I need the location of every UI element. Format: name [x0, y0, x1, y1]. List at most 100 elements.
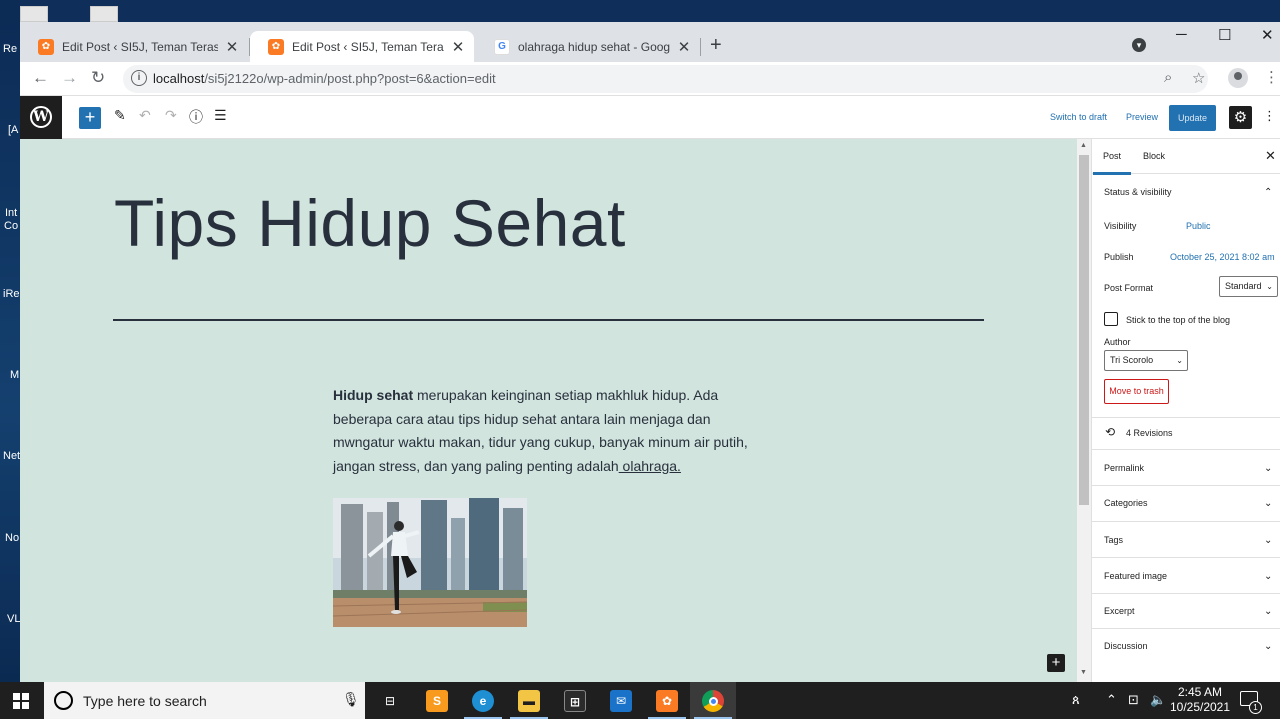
folder-icon: ▬: [518, 690, 540, 712]
reload-icon[interactable]: ↻: [91, 68, 105, 88]
chrome-icon: [702, 690, 724, 712]
volume-icon[interactable]: 🔈: [1150, 692, 1166, 708]
taskbar-file-explorer[interactable]: ▬: [506, 682, 552, 719]
tab-title: Edit Post ‹ SI5J, Teman Terasa Kel: [62, 39, 218, 54]
maximize-button[interactable]: ☐: [1218, 26, 1231, 44]
update-button[interactable]: Update: [1169, 105, 1216, 131]
undo-icon[interactable]: ↶: [139, 107, 151, 124]
desktop-icon-label[interactable]: Net: [3, 450, 20, 462]
windows-start-icon[interactable]: [13, 693, 29, 709]
visibility-toggle[interactable]: Public: [1186, 221, 1211, 231]
new-tab-button[interactable]: +: [710, 34, 722, 57]
block-inserter-button[interactable]: +: [1047, 654, 1065, 672]
desktop-icon-label[interactable]: [A: [8, 124, 18, 136]
windows-taskbar: Type here to search 🎙 ⊟ S e ▬ ⊞ ✉ ✿ ጰ ⌃ …: [0, 682, 1280, 719]
zoom-icon[interactable]: ⌕: [1164, 69, 1172, 86]
url-text[interactable]: localhost/si5j2122o/wp-admin/post.php?po…: [153, 71, 496, 86]
taskbar-xampp[interactable]: ✿: [644, 682, 690, 719]
publish-date-toggle[interactable]: October 25, 2021 8:02 am: [1170, 252, 1275, 262]
tab-edit-post-2[interactable]: ✿ Edit Post ‹ SI5J, Teman Terasa Kel ✕: [250, 31, 474, 62]
scroll-up-icon[interactable]: ▲: [1080, 142, 1087, 149]
image-block[interactable]: [333, 498, 527, 627]
more-options-icon[interactable]: ⋮: [1263, 108, 1276, 124]
divider: [1092, 521, 1280, 522]
edge-icon: e: [472, 690, 494, 712]
desktop-icon-label[interactable]: No: [5, 532, 19, 544]
task-view-button[interactable]: ⊟: [367, 682, 413, 719]
desktop-icon-label[interactable]: Re: [3, 43, 17, 55]
close-window-button[interactable]: ✕: [1261, 26, 1274, 44]
chevron-down-icon: ⌄: [1264, 463, 1273, 474]
chevron-up-icon[interactable]: ⌃: [1106, 692, 1117, 708]
clock-time: 2:45 AM: [1177, 685, 1223, 699]
taskbar-search-box[interactable]: Type here to search 🎙: [44, 682, 365, 719]
add-block-button[interactable]: +: [79, 107, 101, 129]
site-info-icon[interactable]: i: [131, 70, 147, 86]
author-label: Author: [1104, 337, 1131, 347]
paragraph-block[interactable]: Hidup sehat merupakan keinginan setiap m…: [333, 384, 773, 478]
taskbar-sublime[interactable]: S: [414, 682, 460, 719]
close-tab-icon[interactable]: ✕: [676, 38, 692, 56]
taskbar-chrome[interactable]: [690, 682, 736, 719]
preview-button[interactable]: Preview: [1126, 112, 1158, 122]
desktop-icon-label[interactable]: Co: [4, 220, 18, 232]
olahraga-link[interactable]: olahraga.: [619, 458, 681, 474]
switch-to-draft-button[interactable]: Switch to draft: [1050, 112, 1107, 122]
post-format-select[interactable]: Standard ⌄: [1219, 276, 1278, 297]
bookmark-star-icon[interactable]: ☆: [1192, 69, 1205, 87]
scrollbar-thumb[interactable]: [1079, 155, 1089, 505]
tab-block[interactable]: Block: [1143, 151, 1165, 161]
edit-tools-icon[interactable]: ✎: [114, 107, 126, 124]
publish-label: Publish: [1104, 252, 1134, 262]
close-sidebar-icon[interactable]: ✕: [1265, 148, 1276, 164]
minimize-button[interactable]: ─: [1176, 26, 1187, 43]
back-icon[interactable]: ←: [32, 68, 49, 88]
desktop-icon-label[interactable]: iRe: [3, 288, 20, 300]
tab-google-search[interactable]: G olahraga hidup sehat - Google P ✕: [476, 31, 700, 62]
close-tab-icon[interactable]: ✕: [224, 38, 240, 56]
network-icon[interactable]: ⊡: [1128, 692, 1139, 708]
panel-title: Permalink: [1104, 463, 1145, 473]
post-format-value: Standard: [1225, 281, 1262, 291]
editor-canvas[interactable]: Tips Hidup Sehat Hidup sehat merupakan k…: [20, 139, 1077, 682]
url-path: /si5j2122o/wp-admin/post.php?post=6&acti…: [204, 71, 496, 86]
desktop-app-icon[interactable]: [90, 6, 118, 22]
taskbar-edge[interactable]: e: [460, 682, 506, 719]
close-tab-icon[interactable]: ✕: [450, 38, 466, 56]
list-view-icon[interactable]: ☰: [214, 107, 227, 124]
address-bar[interactable]: i localhost/si5j2122o/wp-admin/post.php?…: [123, 65, 1208, 93]
settings-gear-icon[interactable]: ⚙: [1229, 106, 1252, 129]
woman-exercising-photo: [333, 498, 527, 627]
cortana-icon: [54, 691, 73, 710]
author-select[interactable]: Tri Scorolo ⌄: [1104, 350, 1188, 371]
microphone-icon[interactable]: 🎙: [342, 691, 360, 708]
taskbar-store[interactable]: ⊞: [552, 682, 598, 719]
chevron-down-icon: ⌄: [1264, 606, 1273, 617]
post-title[interactable]: Tips Hidup Sehat: [114, 185, 626, 261]
sticky-label: Stick to the top of the blog: [1126, 315, 1231, 325]
redo-icon[interactable]: ↷: [165, 107, 177, 124]
tab-edit-post-1[interactable]: ✿ Edit Post ‹ SI5J, Teman Terasa Kel ✕: [20, 31, 248, 62]
recycle-bin-icon[interactable]: [20, 6, 48, 22]
tab-post[interactable]: Post: [1092, 151, 1132, 175]
chevron-down-icon: ⌄: [1264, 571, 1273, 582]
system-clock[interactable]: 2:45 AM 10/25/2021: [1168, 685, 1232, 715]
profile-avatar-icon[interactable]: [1228, 68, 1248, 88]
revisions-link[interactable]: 4 Revisions: [1126, 428, 1173, 438]
details-info-icon[interactable]: ⓘ: [189, 107, 203, 127]
canvas-scrollbar[interactable]: ▲ ▼: [1077, 139, 1091, 682]
scroll-down-icon[interactable]: ▼: [1080, 669, 1087, 676]
people-icon[interactable]: ጰ: [1072, 692, 1080, 708]
taskbar-mail[interactable]: ✉: [598, 682, 644, 719]
wordpress-logo-icon[interactable]: W: [20, 96, 62, 139]
chrome-menu-icon[interactable]: ⋮: [1264, 68, 1279, 86]
forward-icon[interactable]: →: [61, 68, 78, 88]
desktop-icon-label[interactable]: M: [10, 369, 19, 381]
desktop-icon-label[interactable]: Int: [5, 207, 17, 219]
move-to-trash-button[interactable]: Move to trash: [1104, 379, 1169, 404]
tab-search-icon[interactable]: ▾: [1132, 38, 1146, 52]
sticky-checkbox[interactable]: [1104, 312, 1118, 326]
desktop-icon-label[interactable]: VL: [7, 613, 20, 625]
chevron-down-icon: ⌄: [1266, 282, 1273, 291]
separator-block[interactable]: [113, 319, 984, 321]
